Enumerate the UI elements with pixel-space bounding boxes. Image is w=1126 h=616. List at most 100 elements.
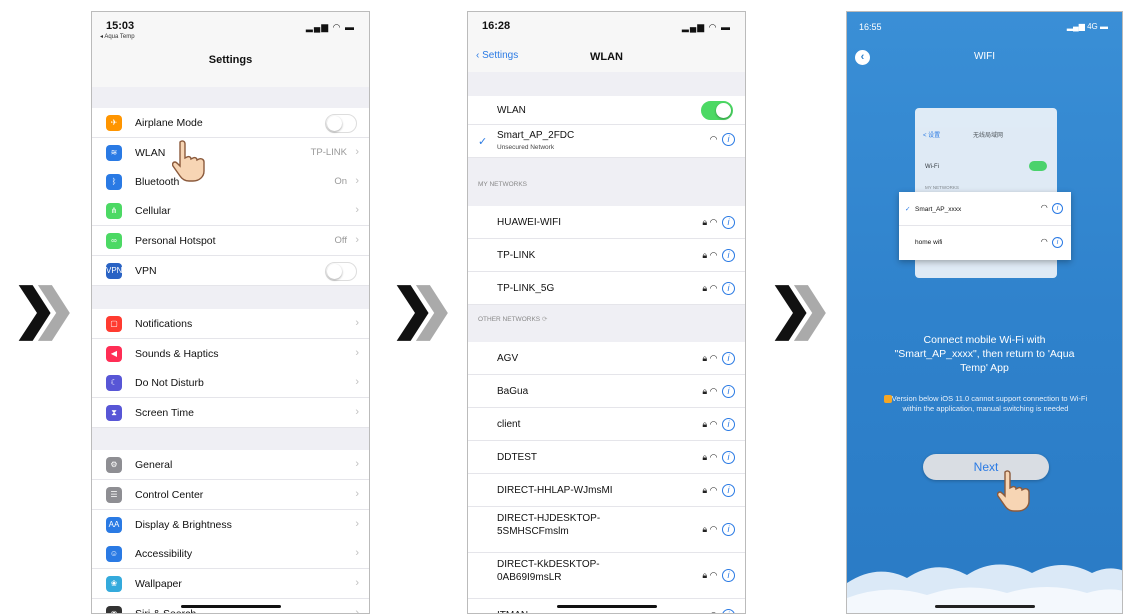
settings-row[interactable]: ⚙ General › (92, 450, 369, 480)
network-row[interactable]: client 🔒︎ ◠ i (468, 408, 745, 441)
settings-item-icon: ᛒ (106, 174, 122, 190)
network-name: TP-LINK_5G (497, 283, 555, 294)
chevron-right-icon: › (355, 577, 359, 589)
home-indicator (934, 605, 1035, 608)
settings-row[interactable]: ≋ WLAN TP-LINK › (92, 138, 369, 168)
network-row[interactable]: TP-LINK 🔒︎ ◠ i (468, 239, 745, 272)
settings-item-label: Screen Time (135, 407, 194, 419)
mini-back: < 设置 (923, 133, 941, 139)
cloud-decoration (847, 564, 1122, 613)
lock-icon: 🔒︎ (702, 385, 708, 396)
network-row[interactable]: DDTEST 🔒︎ ◠ i (468, 441, 745, 474)
mini-network-2: home wifi (915, 239, 943, 246)
mini-toggle (1029, 161, 1047, 171)
settings-row[interactable]: ✈ Airplane Mode (92, 108, 369, 138)
connected-network-name: Smart_AP_2FDC (497, 130, 575, 141)
settings-row[interactable]: AA Display & Brightness › (92, 510, 369, 540)
settings-item-label: Personal Hotspot (135, 235, 216, 247)
lock-icon: 🔒︎ (702, 282, 708, 293)
wifi-icon: ◠ (709, 282, 718, 293)
lock-icon: 🔒︎ (702, 524, 708, 534)
settings-row[interactable]: ▢ Notifications › (92, 309, 369, 339)
info-icon[interactable]: i (722, 133, 735, 146)
status-time: 16:55 (859, 22, 882, 32)
toggle-switch[interactable] (325, 114, 357, 133)
lock-icon: 🔒︎ (702, 249, 708, 260)
network-row[interactable]: DIRECT-KkDESKTOP-0AB69I9msLR 🔒︎ ◠ i (468, 553, 745, 599)
wifi-icon: ◠ (709, 451, 718, 462)
mini-wlan-label: Wi-Fi (925, 164, 939, 170)
wifi-info-icons: ◠ i (1041, 237, 1063, 248)
connected-network-row[interactable]: ✓ Smart_AP_2FDC Unsecured Network ◠ i (468, 125, 745, 158)
info-icon[interactable]: i (722, 417, 735, 431)
network-row[interactable]: HUAWEI-WIFI 🔒︎ ◠ i (468, 206, 745, 239)
settings-row[interactable]: ☾ Do Not Disturb › (92, 368, 369, 398)
info-icon[interactable]: i (722, 483, 735, 497)
wlan-screen: 16:28 ▂▄▆ ◠ ▬ ‹ Settings WLAN WLAN ✓ Sma… (467, 11, 746, 614)
settings-row[interactable]: ◀ Sounds & Haptics › (92, 339, 369, 369)
settings-item-label: General (135, 459, 173, 471)
mini-network-1: Smart_AP_xxxx (915, 206, 962, 213)
tap-hand-icon (172, 140, 205, 182)
settings-item-icon: VPN (106, 263, 122, 279)
chevron-right-icon: › (355, 376, 359, 388)
info-icon[interactable]: i (722, 351, 735, 365)
info-icon[interactable]: i (722, 450, 735, 464)
network-row[interactable]: TP-LINK_5G 🔒︎ ◠ i (468, 272, 745, 305)
settings-row[interactable]: ⧗ Screen Time › (92, 398, 369, 428)
settings-row[interactable]: ❀ Wallpaper › (92, 569, 369, 599)
settings-row[interactable]: ☰ Control Center › (92, 480, 369, 510)
wifi-icon: ◠ (709, 385, 718, 396)
info-icon[interactable]: i (722, 215, 735, 229)
loading-spinner-icon: ⟳ (541, 316, 548, 323)
settings-item-value: TP-LINK (310, 147, 347, 158)
info-icon[interactable]: i (722, 523, 735, 536)
page-title: WIFI (973, 51, 996, 62)
settings-row[interactable]: VPN VPN (92, 256, 369, 286)
settings-item-icon: ☾ (106, 375, 122, 391)
toggle-switch[interactable] (325, 262, 357, 281)
network-row[interactable]: DIRECT-HHLAP-WJmsMI 🔒︎ ◠ i (468, 474, 745, 507)
info-icon[interactable]: i (722, 384, 735, 398)
mini-network-row-2: home wifi ◠ i (899, 226, 1071, 260)
chevron-right-icon: › (355, 607, 359, 614)
settings-row[interactable]: ☺ Accessibility › (92, 539, 369, 569)
settings-row[interactable]: ∞ Personal Hotspot Off › (92, 226, 369, 256)
mini-my-header: MY NETWORKS (925, 185, 959, 190)
network-row[interactable]: AGV 🔒︎ ◠ i (468, 342, 745, 375)
network-row[interactable]: BaGua 🔒︎ ◠ i (468, 375, 745, 408)
wifi-icon: ◠ (709, 352, 718, 363)
settings-item-label: Siri & Search (135, 608, 197, 614)
mini-network-row-1: ✓ Smart_AP_xxxx ◠ i (899, 192, 1071, 226)
connect-message: Connect mobile Wi-Fi with "Smart_AP_xxxx… (894, 334, 1075, 374)
settings-row[interactable]: ⋔ Cellular › (92, 196, 369, 226)
step-arrow-1: ❯❯ (12, 279, 77, 339)
settings-item-label: Notifications (135, 318, 193, 330)
settings-item-icon: ◉ (106, 606, 122, 613)
lock-icon: 🔒︎ (702, 484, 708, 495)
info-icon[interactable]: i (722, 608, 735, 613)
wifi-icon: ◠ (709, 484, 718, 495)
network-name: AGV (497, 353, 519, 364)
status-bar: 15:03 ◂ Aqua Temp ▂▄▆ ◠ ▬ Settings (92, 12, 369, 87)
lock-icon: 🔒︎ (702, 570, 708, 580)
chevron-right-icon: › (355, 204, 359, 216)
info-icon[interactable]: i (722, 248, 735, 262)
settings-item-icon: ▢ (106, 316, 122, 332)
info-icon[interactable]: i (722, 569, 735, 582)
lock-icon: 🔒︎ (702, 216, 708, 227)
lock-icon: 🔒︎ (702, 352, 708, 363)
step-arrow-3: ❯❯ (768, 279, 833, 339)
settings-item-label: Do Not Disturb (135, 377, 204, 389)
chevron-right-icon: › (355, 146, 359, 158)
wlan-toggle[interactable] (701, 101, 733, 120)
network-row[interactable]: DIRECT-HJDESKTOP-5SMHSCFmslm 🔒︎ ◠ i (468, 507, 745, 553)
wifi-icon: ◠ (709, 216, 718, 227)
mini-network-popup: ✓ Smart_AP_xxxx ◠ i home wifi ◠ i (899, 192, 1071, 260)
settings-item-icon: AA (106, 517, 122, 533)
info-icon[interactable]: i (722, 281, 735, 295)
back-to-app[interactable]: ◂ Aqua Temp (100, 33, 135, 40)
settings-row[interactable]: ᛒ Bluetooth On › (92, 167, 369, 197)
signal-battery-icon: ▂▄▆ 4G ▬ (1066, 22, 1108, 31)
wifi-icon: ◠ (709, 418, 718, 429)
